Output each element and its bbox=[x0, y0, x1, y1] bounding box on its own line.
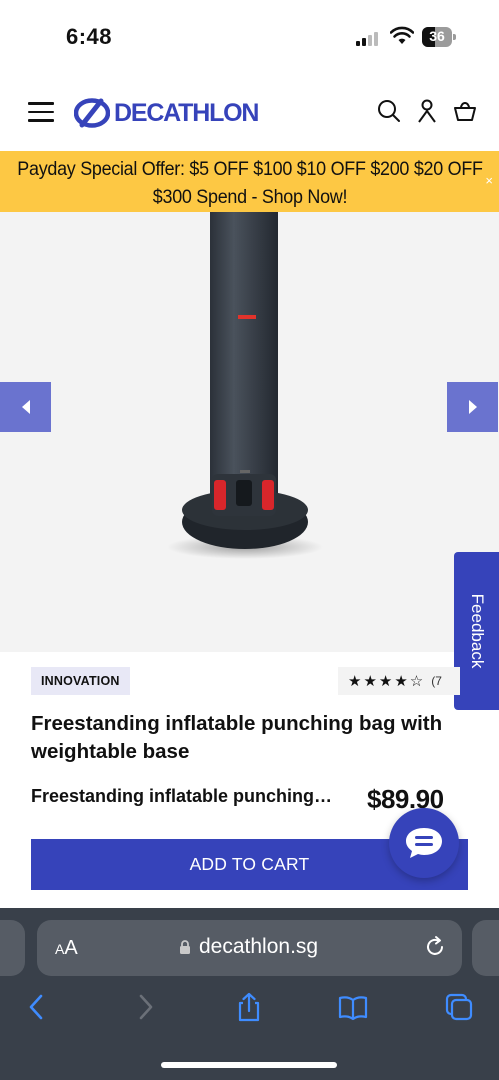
text-size-button[interactable]: AA bbox=[55, 937, 78, 960]
brand-wordmark: DECATHLON bbox=[114, 98, 259, 127]
feedback-tab[interactable]: Feedback bbox=[454, 552, 499, 710]
url-text[interactable]: decathlon.sg bbox=[199, 935, 318, 959]
address-bar[interactable]: AA decathlon.sg bbox=[37, 920, 462, 976]
battery-icon: 36 bbox=[422, 27, 456, 47]
product-title: Freestanding inflatable punching bag wit… bbox=[31, 712, 443, 763]
bookmarks-icon[interactable] bbox=[338, 992, 368, 1022]
reload-icon[interactable] bbox=[423, 935, 447, 959]
arrow-right-icon bbox=[468, 400, 477, 414]
tabs-icon[interactable] bbox=[444, 992, 474, 1022]
rating-count: (7 bbox=[431, 674, 442, 688]
account-icon[interactable] bbox=[414, 98, 440, 124]
previous-tab-preview[interactable] bbox=[0, 920, 25, 976]
forward-icon[interactable] bbox=[130, 992, 160, 1022]
share-icon[interactable] bbox=[234, 992, 264, 1022]
cart-icon[interactable] bbox=[452, 98, 478, 124]
gallery-next-button[interactable] bbox=[447, 382, 498, 432]
innovation-badge: INNOVATION bbox=[31, 667, 130, 695]
search-icon[interactable] bbox=[376, 98, 402, 124]
lock-icon bbox=[180, 940, 190, 954]
aa-small: A bbox=[55, 941, 65, 957]
product-image-gallery[interactable] bbox=[0, 212, 499, 652]
aa-large: A bbox=[64, 937, 78, 959]
sticky-product-name: Freestanding inflatable punching bag wit… bbox=[31, 786, 336, 806]
battery-level: 36 bbox=[429, 28, 445, 44]
next-tab-preview[interactable] bbox=[472, 920, 499, 976]
wifi-icon bbox=[390, 26, 414, 44]
promo-banner[interactable]: Payday Special Offer: $5 OFF $100 $10 OF… bbox=[0, 151, 499, 212]
decathlon-logo-icon bbox=[74, 98, 110, 128]
decathlon-logo[interactable]: DECATHLON bbox=[74, 96, 259, 130]
promo-close-button[interactable]: × bbox=[485, 173, 493, 188]
browser-toolbar: AA decathlon.sg bbox=[0, 908, 499, 1080]
home-indicator[interactable] bbox=[161, 1062, 337, 1068]
rating-stars: ★★★★☆ bbox=[348, 673, 426, 690]
chat-bubble-icon bbox=[406, 828, 442, 858]
cellular-signal-icon bbox=[356, 30, 382, 46]
chat-button[interactable] bbox=[389, 808, 459, 878]
product-image bbox=[167, 212, 323, 559]
status-time: 6:48 bbox=[66, 24, 113, 49]
status-bar: 6:48 36 bbox=[0, 0, 499, 72]
product-rating[interactable]: ★★★★☆ (7 bbox=[338, 667, 460, 695]
menu-icon[interactable] bbox=[28, 102, 54, 122]
site-header: DECATHLON bbox=[0, 72, 499, 152]
arrow-left-icon bbox=[21, 400, 30, 414]
gallery-prev-button[interactable] bbox=[0, 382, 51, 432]
back-icon[interactable] bbox=[22, 992, 52, 1022]
promo-text[interactable]: Payday Special Offer: $5 OFF $100 $10 OF… bbox=[2, 155, 499, 211]
feedback-label[interactable]: Feedback bbox=[467, 594, 487, 669]
